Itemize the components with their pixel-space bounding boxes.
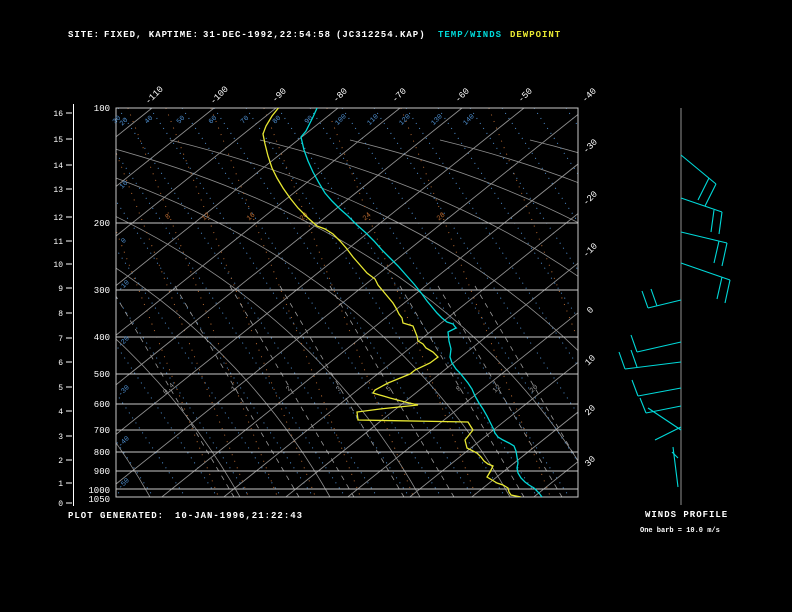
mixing-ratio-labels: 0.4 1 2 3 5 8 12 20 xyxy=(162,382,540,397)
svg-text:300: 300 xyxy=(94,286,110,296)
dewpoint-curve xyxy=(262,108,522,497)
svg-text:13: 13 xyxy=(53,186,63,195)
height-axis: 161514131211109876543210 xyxy=(53,104,74,509)
winds-profile-title: WINDS PROFILE xyxy=(645,510,729,520)
svg-text:3: 3 xyxy=(58,433,63,442)
svg-text:16: 16 xyxy=(53,110,63,119)
svg-text:15: 15 xyxy=(53,136,63,145)
svg-text:600: 600 xyxy=(94,400,110,410)
svg-text:8: 8 xyxy=(164,213,172,222)
svg-text:100: 100 xyxy=(94,104,110,114)
svg-text:24: 24 xyxy=(362,211,374,223)
svg-text:10: 10 xyxy=(53,261,63,270)
svg-text:-10: -10 xyxy=(117,279,132,294)
svg-text:6: 6 xyxy=(58,359,63,368)
theta-left-labels: 20100-10-20-30-40-50 xyxy=(117,116,132,491)
svg-text:28: 28 xyxy=(436,211,448,223)
svg-text:700: 700 xyxy=(94,426,110,436)
svg-text:120: 120 xyxy=(398,113,413,128)
svg-text:11: 11 xyxy=(53,238,63,247)
svg-text:16: 16 xyxy=(246,211,258,223)
plot-generated-value: 10-JAN-1996,21:22:43 xyxy=(175,511,304,521)
wind-barbs xyxy=(618,154,731,488)
svg-text:0: 0 xyxy=(585,305,596,316)
svg-text:40: 40 xyxy=(143,114,155,126)
svg-text:140: 140 xyxy=(462,113,477,128)
top-temperature-labels: -110 -100 -90 -80 -70 -60 -50 -40 xyxy=(143,84,598,106)
svg-text:12: 12 xyxy=(53,214,63,223)
svg-text:4: 4 xyxy=(58,408,63,417)
svg-text:-70: -70 xyxy=(390,86,409,105)
right-temperature-labels: -30 -20 -10 0 10 20 30 xyxy=(581,137,600,469)
svg-text:-90: -90 xyxy=(270,86,289,105)
svg-text:10: 10 xyxy=(583,353,598,368)
svg-text:200: 200 xyxy=(94,219,110,229)
svg-text:800: 800 xyxy=(94,448,110,458)
svg-text:0: 0 xyxy=(58,500,63,509)
legend-temp-winds: TEMP/WINDS xyxy=(438,30,503,40)
time-value: 31-DEC-1992,22:54:58 xyxy=(203,30,332,40)
svg-text:-60: -60 xyxy=(453,86,472,105)
svg-text:7: 7 xyxy=(58,335,63,344)
theta-top-labels: 30 40 50 60 70 80 90 100 110 120 130 140 xyxy=(111,113,476,128)
svg-text:130: 130 xyxy=(430,113,445,128)
svg-text:0.4: 0.4 xyxy=(162,382,177,397)
svg-text:-50: -50 xyxy=(516,86,535,105)
svg-text:-110: -110 xyxy=(143,84,165,106)
plot-frame xyxy=(115,107,579,498)
plot-generated-label: PLOT GENERATED: xyxy=(68,511,165,521)
svg-text:50: 50 xyxy=(175,114,187,126)
svg-text:80: 80 xyxy=(271,114,283,126)
svg-text:-30: -30 xyxy=(581,137,600,156)
svg-text:5: 5 xyxy=(58,384,63,393)
svg-text:-80: -80 xyxy=(331,86,350,105)
svg-text:-40: -40 xyxy=(117,435,132,450)
svg-text:900: 900 xyxy=(94,467,110,477)
time-label: TIME: xyxy=(167,30,200,40)
svg-text:14: 14 xyxy=(53,162,63,171)
skewt-screen: 100 200 300 400 500 600 700 800 900 1000 1050 16 15 1… xyxy=(0,0,792,612)
svg-text:12: 12 xyxy=(201,211,213,223)
svg-text:60: 60 xyxy=(207,114,219,126)
file-name: (JC312254.KAP) xyxy=(336,30,426,40)
svg-text:20: 20 xyxy=(299,211,311,223)
svg-text:30: 30 xyxy=(583,454,598,469)
svg-text:-30: -30 xyxy=(117,384,132,399)
svg-text:500: 500 xyxy=(94,370,110,380)
svg-text:8: 8 xyxy=(58,310,63,319)
svg-text:0: 0 xyxy=(120,237,129,246)
mixing-ratio-dashed-lines xyxy=(116,285,578,497)
pressure-axis-labels: 10020030040050060070080090010001050 xyxy=(88,104,110,505)
svg-text:1050: 1050 xyxy=(88,495,110,505)
svg-text:-20: -20 xyxy=(581,189,600,208)
isotherm-lines xyxy=(116,108,578,497)
legend-dewpoint: DEWPOINT xyxy=(510,30,562,40)
moist-adiabat-labels: 8 12 16 20 24 28 xyxy=(164,211,447,223)
pressure-gridlines xyxy=(116,222,578,490)
site-value: FIXED, KAP xyxy=(104,30,169,40)
svg-text:100: 100 xyxy=(334,113,349,128)
svg-text:1: 1 xyxy=(58,480,63,489)
svg-text:-40: -40 xyxy=(580,86,599,105)
svg-text:400: 400 xyxy=(94,333,110,343)
site-label: SITE: xyxy=(68,30,101,40)
svg-text:10: 10 xyxy=(118,179,130,191)
svg-text:70: 70 xyxy=(239,114,251,126)
winds-profile-legend: One barb = 10.0 m/s xyxy=(640,527,720,535)
svg-text:9: 9 xyxy=(58,285,63,294)
svg-text:-10: -10 xyxy=(581,241,600,260)
svg-text:2: 2 xyxy=(58,457,63,466)
svg-text:20: 20 xyxy=(583,403,598,418)
svg-text:-100: -100 xyxy=(208,84,230,106)
